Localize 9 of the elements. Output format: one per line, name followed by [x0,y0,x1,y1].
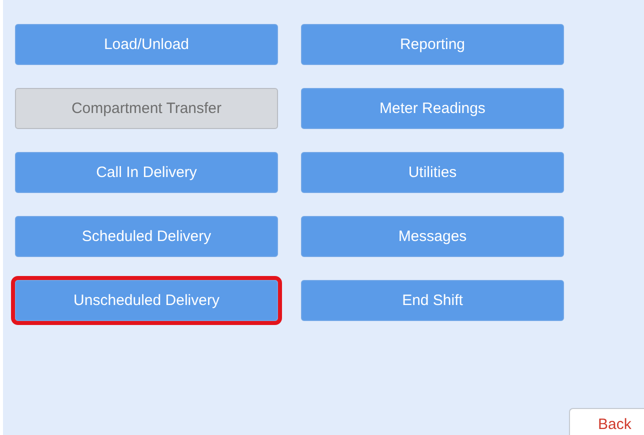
menu-button[interactable]: Call In Delivery [15,152,278,193]
menu-button[interactable]: Utilities [301,152,564,193]
menu-button[interactable]: Messages [301,216,564,257]
back-button[interactable]: Back [569,408,644,435]
menu-button[interactable]: End Shift [301,280,564,321]
menu-button[interactable]: Reporting [301,24,564,65]
menu-button[interactable]: Scheduled Delivery [15,216,278,257]
menu-button[interactable]: Meter Readings [301,88,564,129]
menu-button[interactable]: Load/Unload [15,24,278,65]
